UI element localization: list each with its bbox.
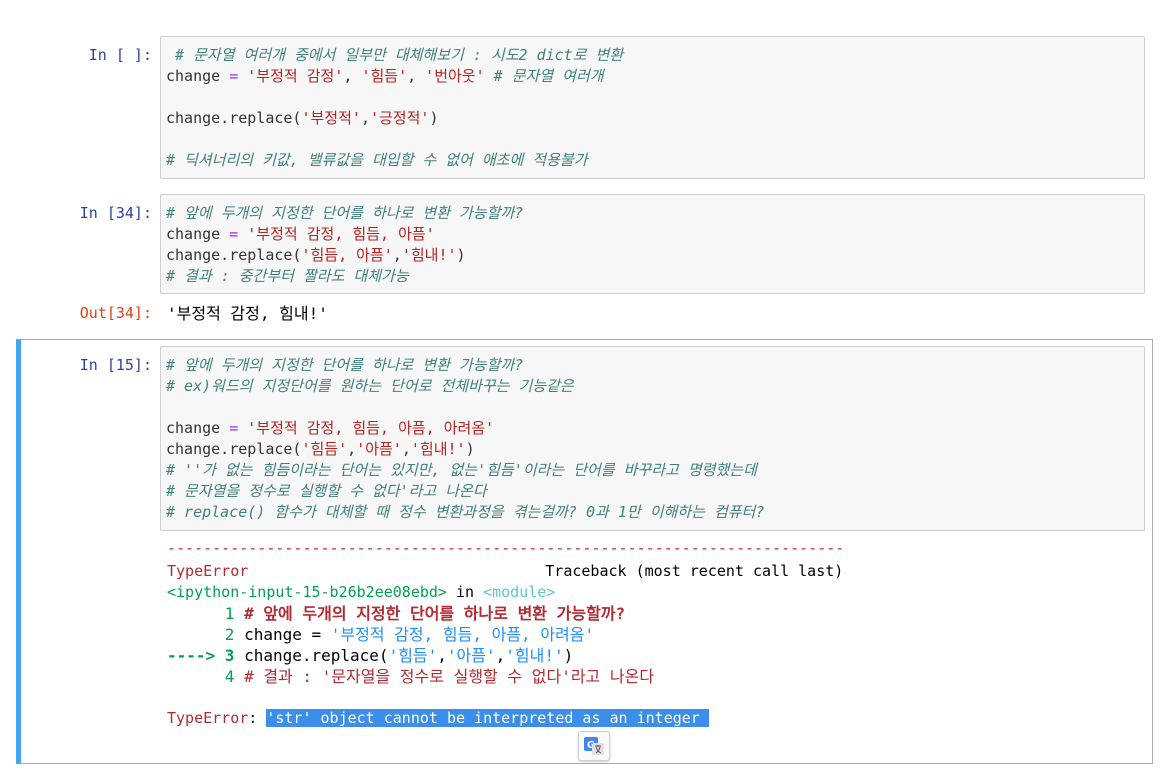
output-34-text: '부정적 감정, 힘내!' [167, 304, 328, 323]
traceback-error-message: TypeError: 'str' object cannot be interp… [167, 709, 709, 727]
code-string: '긍정적' [369, 109, 430, 127]
traceback-line-4: 4 # 결과 : '문자열을 정수로 실행할 수 없다'라고 나온다 [167, 667, 655, 686]
code-token: ) [456, 246, 466, 264]
code-token: change [166, 419, 230, 437]
code-comment: # 앞에 두개의 지정한 단어를 하나로 변환 가능할까? [166, 356, 524, 374]
code-token: = [229, 225, 239, 243]
code-line: # ''가 없는 힘듬이라는 단어는 있지만, 없는'힘듬'이라는 단어를 바꾸… [166, 460, 1144, 481]
code-comment: # 문자열을 정수로 실행할 수 없다'라고 나온다 [166, 482, 487, 500]
code-line: change.replace('부정적','긍정적') [166, 108, 1144, 129]
code-token: , [392, 246, 402, 264]
code-token: change [166, 225, 230, 243]
code-string: '부정적 감정, 힘듬, 아픔' [247, 225, 435, 243]
code-line: # 앞에 두개의 지정한 단어를 하나로 변환 가능할까? [166, 355, 1144, 376]
traceback-line-1: 1 # 앞에 두개의 지정한 단어를 하나로 변환 가능할까? [167, 604, 626, 623]
code-line: # 딕셔너리의 키값, 밸류값을 대입할 수 없어 애초에 적용불가 [166, 150, 1144, 171]
traceback-separator: ----------------------------------------… [167, 539, 845, 557]
code-line: # 앞에 두개의 지정한 단어를 하나로 변환 가능할까? [166, 203, 1144, 224]
traceback-line-3: ----> 3 change.replace('힘듬','아픔','힘내!') [167, 646, 574, 665]
cell-2-input[interactable]: # 앞에 두개의 지정한 단어를 하나로 변환 가능할까? change = '부… [160, 194, 1145, 294]
code-comment: # 앞에 두개의 지정한 단어를 하나로 변환 가능할까? [166, 204, 524, 222]
code-token: , [401, 440, 411, 458]
code-line: # 결과 : 중간부터 짤라도 대체가능 [166, 266, 1144, 287]
traceback-line-2: 2 change = '부정적 감정, 힘듬, 아픔, 아려옴' [167, 625, 595, 644]
code-line: # 문자열을 정수로 실행할 수 없다'라고 나온다 [166, 481, 1144, 502]
code-token: ) [465, 440, 475, 458]
error-name: TypeError [167, 562, 249, 580]
code-comment: # 문자열 여러개 중에서 일부만 대체해보기 : 시도2 dict로 변환 [166, 46, 624, 64]
code-token: ) [429, 109, 439, 127]
code-comment: # 딕셔너리의 키값, 밸류값을 대입할 수 없어 애초에 적용불가 [166, 151, 588, 169]
code-comment: # replace() 함수가 대체할 때 정수 변환과정을 겪는걸까? 0과 … [166, 503, 765, 521]
code-token: change.replace( [166, 246, 302, 264]
code-string: '부정적 감정' [247, 67, 344, 85]
code-string: '힘내!' [401, 246, 457, 264]
code-token: = [229, 67, 239, 85]
code-line: change.replace('힘듬, 아픔','힘내!') [166, 245, 1144, 266]
selected-error-text[interactable]: 'str' object cannot be interpreted as an… [266, 709, 709, 727]
traceback-header: TypeError Traceback (most recent call las… [167, 561, 843, 582]
code-comment: # 문자열 여러개 [493, 67, 604, 85]
code-string: '부정적' [301, 109, 361, 127]
cell-3-prompt: In [15]: [79, 356, 152, 374]
code-string: '아픔' [356, 440, 402, 458]
cell-3-input[interactable]: # 앞에 두개의 지정한 단어를 하나로 변환 가능할까? # ex)워드의 지정… [160, 346, 1145, 531]
code-string: '번아웃' [425, 67, 485, 85]
code-string: '힘듬' [301, 440, 348, 458]
code-token: change.replace( [166, 440, 302, 458]
code-token: change.replace( [166, 109, 302, 127]
code-line: change.replace('힘듬','아픔','힘내!') [166, 439, 1144, 460]
code-line: # ex)워드의 지정단어를 원하는 단어로 전체바꾸는 기능같은 [166, 376, 1144, 397]
code-token: , [343, 67, 362, 85]
code-line: # replace() 함수가 대체할 때 정수 변환과정을 겪는걸까? 0과 … [166, 502, 1144, 523]
code-string: '힘내!' [410, 440, 466, 458]
output-34-prompt: Out[34]: [79, 304, 152, 322]
code-token: change [166, 67, 230, 85]
cell-1-prompt: In [ ]: [88, 46, 152, 64]
cell-1-input[interactable]: # 문자열 여러개 중에서 일부만 대체해보기 : 시도2 dict로 변환 ch… [160, 36, 1145, 179]
cell-2-prompt: In [34]: [79, 204, 152, 222]
code-comment: # ex)워드의 지정단어를 원하는 단어로 전체바꾸는 기능같은 [166, 377, 574, 395]
code-string: '힘듬, 아픔' [301, 246, 393, 264]
code-line: # 문자열 여러개 중에서 일부만 대체해보기 : 시도2 dict로 변환 [166, 45, 1144, 66]
code-token: = [229, 419, 239, 437]
code-string: '힘듬' [361, 67, 408, 85]
code-string: '부정적 감정, 힘듬, 아픔, 아려옴' [247, 419, 495, 437]
code-token: , [407, 67, 426, 85]
code-line: change = '부정적 감정, 힘듬, 아픔' [166, 224, 1144, 245]
code-token: , [360, 109, 370, 127]
traceback-location: <ipython-input-15-b26b2ee08ebd> in <modu… [167, 583, 556, 601]
code-line: change = '부정적 감정', '힘듬', '번아웃' # 문자열 여러개 [166, 66, 1144, 87]
code-line: change = '부정적 감정, 힘듬, 아픔, 아려옴' [166, 418, 1144, 439]
translate-glyph-icon: G [584, 737, 604, 755]
google-translate-icon[interactable]: G [578, 731, 610, 761]
code-token: , [347, 440, 357, 458]
code-comment: # ''가 없는 힘듬이라는 단어는 있지만, 없는'힘듬'이라는 단어를 바꾸… [166, 461, 757, 479]
code-comment: # 결과 : 중간부터 짤라도 대체가능 [166, 267, 409, 285]
traceback-title: Traceback (most recent call last) [545, 562, 844, 580]
